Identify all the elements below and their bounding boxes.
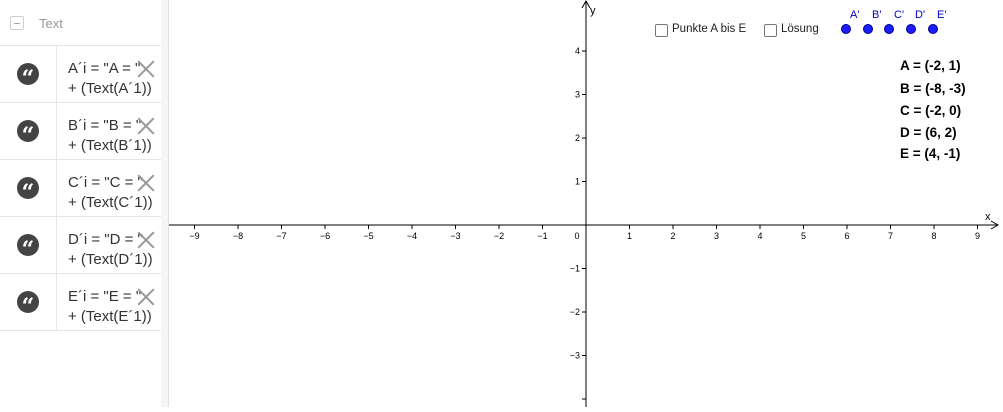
algebra-row-c[interactable]: “ C´i = "C = " + (Text(C´1)): [0, 160, 161, 217]
x-tick-label: −8: [233, 231, 243, 241]
x-tick-label: −6: [320, 231, 330, 241]
coordinate-text-a[interactable]: A = (-2, 1): [900, 58, 961, 73]
x-tick-label: 6: [844, 231, 849, 241]
x-tick-label: 4: [757, 231, 762, 241]
algebra-row-d[interactable]: “ D´i = "D = " + (Text(D´1)): [0, 217, 161, 274]
x-tick-label: 2: [670, 231, 675, 241]
point-d-prime[interactable]: [906, 24, 916, 34]
point-c-prime[interactable]: [884, 24, 894, 34]
point-label: A': [850, 9, 860, 21]
delete-icon[interactable]: [137, 288, 155, 306]
x-tick-label: −4: [407, 231, 417, 241]
algebra-row-a[interactable]: “ A´i = "A = " + (Text(A´1)): [0, 46, 161, 103]
point-a-prime[interactable]: [841, 24, 851, 34]
delete-icon[interactable]: [137, 117, 155, 135]
collapse-toggle-icon[interactable]: [10, 16, 24, 30]
punkte-checkbox[interactable]: [655, 24, 668, 37]
text-object-icon[interactable]: “: [17, 63, 39, 85]
delete-icon[interactable]: [137, 60, 155, 78]
text-object-icon[interactable]: “: [17, 120, 39, 142]
point-label: E': [937, 9, 947, 21]
point-label: B': [872, 9, 882, 21]
x-tick-label: 0: [574, 231, 579, 241]
text-object-icon[interactable]: “: [17, 177, 39, 199]
y-tick-label: 2: [575, 133, 580, 143]
y-axis-label: y: [590, 5, 596, 17]
x-tick-label: −3: [450, 231, 460, 241]
view-divider[interactable]: [161, 0, 169, 407]
coordinate-text-b[interactable]: B = (-8, -3): [900, 81, 966, 96]
coordinate-text-e[interactable]: E = (4, -1): [900, 146, 960, 161]
x-tick-label: 8: [931, 231, 936, 241]
point-b-prime[interactable]: [863, 24, 873, 34]
point-label: C': [894, 9, 905, 21]
punkte-checkbox-label[interactable]: Punkte A bis E: [672, 23, 746, 35]
text-object-icon[interactable]: “: [17, 291, 39, 313]
x-tick-label: 9: [975, 231, 980, 241]
algebra-row-b[interactable]: “ B´i = "B = " + (Text(B´1)): [0, 103, 161, 160]
delete-icon[interactable]: [137, 174, 155, 192]
x-tick-label: 7: [888, 231, 893, 241]
graphics-view[interactable]: x y −9 −8 −7 −6 −5 −4 −3 −2 −1 0 1 2 3 4 5 6 7 8 9 4 3 2 1 −1 −2 −3: [169, 0, 1003, 407]
coordinate-text-c[interactable]: C = (-2, 0): [900, 103, 961, 118]
x-tick-label: 3: [714, 231, 719, 241]
x-tick-label: −5: [363, 231, 373, 241]
algebra-header-title: Text: [39, 16, 63, 31]
y-tick-label: −1: [570, 264, 580, 274]
y-tick-label: 3: [575, 90, 580, 100]
loesung-checkbox-label[interactable]: Lösung: [781, 23, 819, 35]
coordinate-axes: x y −9 −8 −7 −6 −5 −4 −3 −2 −1 0 1 2 3 4 5 6 7 8 9 4 3 2 1 −1 −2 −3: [169, 0, 1000, 407]
delete-icon[interactable]: [137, 231, 155, 249]
algebra-header: Text: [0, 0, 161, 46]
x-tick-label: 5: [801, 231, 806, 241]
x-axis-label: x: [985, 211, 991, 223]
loesung-checkbox[interactable]: [764, 24, 777, 37]
y-tick-label: 4: [575, 46, 580, 56]
algebra-view: Text “ A´i = "A = " + (Text(A´1)) “ B´i =…: [0, 0, 162, 407]
x-tick-label: 1: [627, 231, 632, 241]
text-object-icon[interactable]: “: [17, 234, 39, 256]
point-label: D': [915, 9, 926, 21]
y-tick-label: −3: [570, 351, 580, 361]
algebra-row-e[interactable]: “ E´i = "E = " + (Text(E´1)): [0, 274, 161, 331]
y-tick-label: −2: [570, 307, 580, 317]
coordinate-text-d[interactable]: D = (6, 2): [900, 125, 957, 140]
x-tick-label: −9: [189, 231, 199, 241]
x-tick-label: −7: [276, 231, 286, 241]
x-tick-label: −2: [494, 231, 504, 241]
y-tick-label: 1: [575, 177, 580, 187]
point-e-prime[interactable]: [928, 24, 938, 34]
x-tick-label: −1: [537, 231, 547, 241]
